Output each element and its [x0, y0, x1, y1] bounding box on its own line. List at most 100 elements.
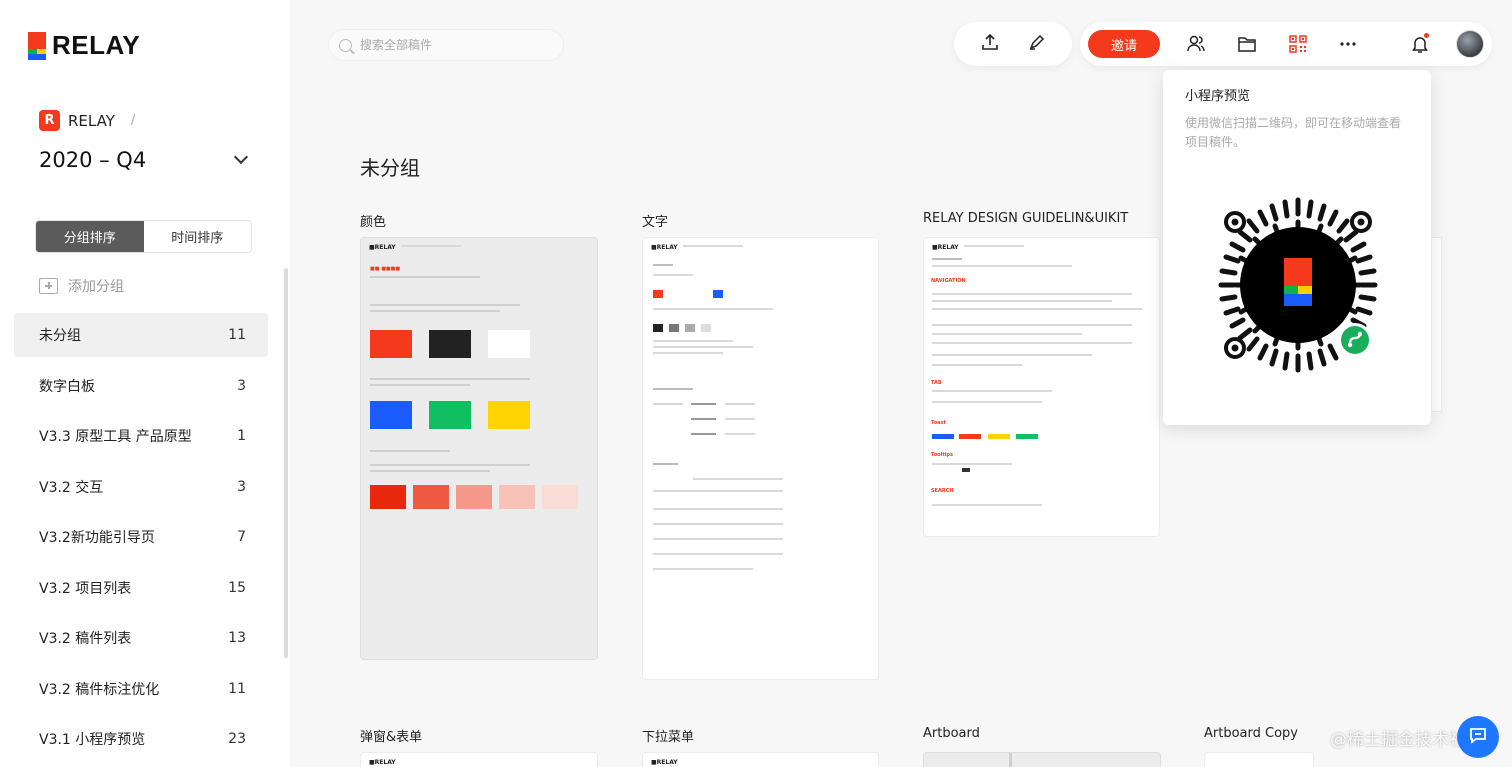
sidebar-item-group[interactable]: 数字白板 3 — [14, 364, 268, 408]
invite-button[interactable]: 邀请 — [1088, 30, 1160, 58]
artboard-thumbnail[interactable] — [923, 752, 1161, 767]
thumbnail-heading: Toast — [931, 420, 946, 426]
bell-icon[interactable] — [1410, 33, 1430, 54]
mini-program-qrcode — [1205, 192, 1391, 378]
group-count: 1 — [237, 428, 246, 444]
sidebar-item-group[interactable]: V3.2 交互 3 — [14, 465, 268, 509]
team-name: RELAY — [68, 111, 115, 130]
group-name: 未分组 — [39, 328, 81, 344]
notification-dot — [1424, 33, 1429, 38]
card-title[interactable]: Artboard Copy — [1204, 726, 1298, 741]
sidebar-item-group[interactable]: V3.2 稿件列表 13 — [14, 616, 268, 660]
thumbnail-heading: SEARCH — [931, 488, 954, 494]
group-name: V3.2新功能引导页 — [39, 530, 155, 546]
swatch-green — [429, 401, 471, 429]
thumbnail-logo: ■RELAY — [651, 759, 678, 766]
card-title[interactable]: Artboard — [923, 726, 980, 741]
group-name: 数字白板 — [39, 378, 95, 395]
relay-logo[interactable]: RELAY — [28, 30, 140, 61]
tool-pill — [954, 22, 1072, 66]
search-box[interactable] — [328, 29, 564, 61]
sidebar-item-group[interactable]: V3.1 小程序预览 23 — [14, 717, 268, 761]
pen-icon[interactable] — [1027, 32, 1047, 56]
qrcode-icon[interactable] — [1288, 34, 1308, 54]
top-action-bar: 邀请 — [1080, 22, 1492, 66]
group-count: 11 — [228, 327, 246, 343]
breadcrumb-separator: / — [130, 113, 136, 128]
sidebar-item-group[interactable]: V3.3 原型工具 产品原型 1 — [14, 414, 268, 458]
more-icon[interactable] — [1338, 34, 1358, 54]
chat-icon — [1468, 725, 1488, 749]
add-folder-icon — [39, 278, 58, 294]
group-name: V3.2 稿件列表 — [39, 631, 132, 647]
card-title[interactable]: 下拉菜单 — [642, 726, 694, 745]
upload-icon[interactable] — [980, 32, 1000, 56]
card-title[interactable]: 文字 — [642, 211, 668, 230]
group-name: V3.2 稿件标注优化 — [39, 681, 160, 698]
artboard-thumbnail-colors[interactable]: ■RELAY ■■ ■■■■ — [360, 237, 598, 660]
swatch-white — [488, 330, 530, 358]
thumbnail-logo: ■RELAY — [651, 244, 678, 251]
card-title[interactable]: 颜色 — [360, 211, 386, 230]
section-title: 未分组 — [360, 156, 420, 180]
project-selector[interactable]: 2020 – Q4 — [39, 148, 251, 172]
add-group-label: 添加分组 — [68, 279, 124, 295]
artboard-thumbnail[interactable] — [1204, 752, 1314, 767]
swatch-yellow — [488, 401, 530, 429]
popover-title: 小程序预览 — [1185, 89, 1251, 104]
popover-description: 使用微信扫描二维码，即可在移动端查看项目稿件。 — [1185, 116, 1402, 149]
group-count: 3 — [237, 377, 246, 394]
group-count: 13 — [228, 630, 246, 646]
sidebar-scrollbar[interactable] — [284, 268, 288, 658]
thumbnail-heading: NAVIGATION — [931, 278, 966, 284]
folder-icon[interactable] — [1237, 34, 1257, 54]
thumbnail-heading: ■■ ■■■■ — [370, 266, 401, 272]
team-breadcrumb[interactable]: R RELAY / — [39, 110, 135, 131]
sidebar-item-group[interactable]: 未分组 11 — [14, 313, 268, 357]
card-title[interactable]: RELAY DESIGN GUIDELIN&UIKIT — [923, 211, 1128, 226]
group-list: 未分组 11 数字白板 3 V3.3 原型工具 产品原型 1 V3.2 交互 3… — [14, 313, 268, 767]
sidebar-item-group[interactable]: V3.2 稿件标注优化 11 — [14, 667, 268, 711]
card-title[interactable]: 弹窗&表单 — [360, 726, 422, 745]
swatch-red — [370, 330, 412, 358]
logo-text: RELAY — [52, 30, 141, 60]
group-name: V3.1 小程序预览 — [39, 732, 146, 748]
sidebar-item-group[interactable]: V3.2新功能引导页 7 — [14, 515, 268, 559]
search-icon — [339, 38, 352, 52]
thumbnail-heading: TAB — [931, 380, 942, 386]
thumbnail-heading: Tooltips — [931, 452, 953, 458]
group-count: 15 — [228, 579, 246, 596]
artboard-thumbnail-uikit[interactable]: ■RELAY NAVIGATION TAB Toast Tooltips SEA… — [923, 237, 1160, 537]
artboard-thumbnail-typography[interactable]: ■RELAY — [642, 237, 879, 680]
thumbnail-logo: ■RELAY — [369, 244, 396, 251]
relay-logo-mark-icon — [28, 31, 46, 60]
swatch-black — [429, 330, 471, 358]
group-count: 11 — [228, 680, 246, 697]
group-name: V3.3 原型工具 产品原型 — [39, 429, 192, 445]
sidebar: RELAY R RELAY / 2020 – Q4 分组排序 时间排序 添加分组… — [0, 0, 290, 767]
sidebar-item-group[interactable]: V3.2 项目列表 15 — [14, 566, 268, 610]
group-count: 23 — [228, 731, 246, 747]
sort-by-time-button[interactable]: 时间排序 — [143, 221, 251, 252]
group-name: V3.2 交互 — [39, 479, 104, 496]
group-count: 7 — [237, 529, 246, 545]
artboard-thumbnail[interactable]: ■RELAY — [360, 752, 598, 767]
user-avatar[interactable] — [1456, 30, 1484, 58]
chat-button[interactable] — [1457, 716, 1499, 758]
search-input[interactable] — [360, 38, 550, 52]
chevron-down-icon[interactable] — [233, 149, 249, 165]
group-name: V3.2 项目列表 — [39, 580, 132, 597]
artboard-thumbnail[interactable]: ■RELAY — [642, 752, 879, 767]
sort-toggle: 分组排序 时间排序 — [35, 220, 252, 253]
members-icon[interactable] — [1186, 34, 1206, 54]
swatch-blue — [370, 401, 412, 429]
mini-program-preview-popover: 小程序预览 使用微信扫描二维码，即可在移动端查看项目稿件。 — [1163, 70, 1431, 425]
artboard-thumbnail-edge[interactable] — [1432, 237, 1442, 412]
project-title: 2020 – Q4 — [39, 148, 147, 172]
sort-by-group-button[interactable]: 分组排序 — [36, 221, 144, 252]
group-count: 3 — [237, 478, 246, 495]
thumbnail-logo: ■RELAY — [932, 244, 959, 251]
team-badge: R — [39, 110, 60, 131]
add-group-button[interactable]: 添加分组 — [39, 276, 124, 296]
thumbnail-logo: ■RELAY — [369, 759, 396, 766]
